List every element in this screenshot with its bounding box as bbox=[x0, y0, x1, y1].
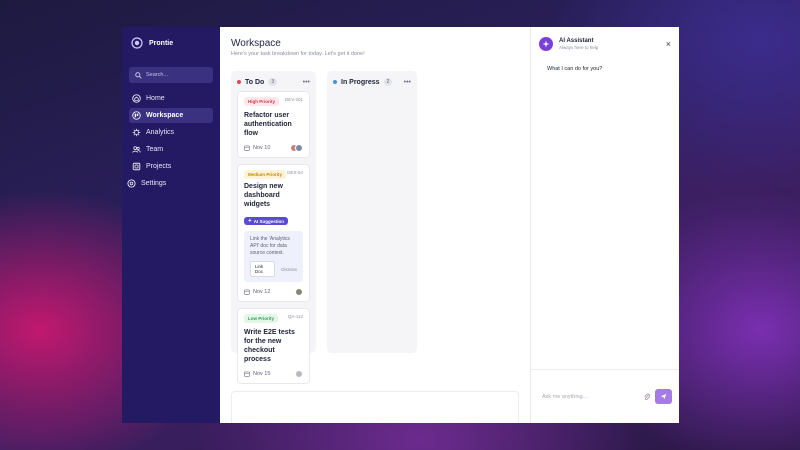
search-placeholder: Search... bbox=[146, 72, 169, 78]
bottom-panel bbox=[231, 391, 519, 423]
projects-icon bbox=[132, 162, 141, 171]
app-window: Prontie Search... Home Workspace Analyti… bbox=[122, 27, 679, 423]
task-id: DES-54 bbox=[287, 170, 303, 175]
due-date-text: Nov 10 bbox=[253, 145, 271, 151]
task-id: QA-112 bbox=[287, 314, 303, 319]
due-date: Nov 15 bbox=[244, 371, 270, 377]
task-id: DEV-201 bbox=[284, 97, 303, 102]
more-icon[interactable]: ••• bbox=[303, 79, 310, 86]
task-title: Design new dashboard widgets bbox=[244, 183, 283, 208]
sidebar-item-label: Analytics bbox=[146, 129, 175, 136]
column-title: To Do bbox=[245, 78, 265, 86]
sidebar-item-label: Home bbox=[146, 95, 165, 102]
task-card[interactable]: Low Priority QA-112 Write E2E tests for … bbox=[237, 308, 310, 384]
sidebar-item-label: Projects bbox=[146, 163, 172, 170]
due-date: Nov 12 bbox=[244, 289, 270, 295]
search-icon bbox=[135, 71, 142, 79]
column-header: In Progress 2 ••• bbox=[333, 77, 411, 87]
task-card[interactable]: High Priority DEV-201 Refactor user auth… bbox=[237, 91, 310, 158]
workspace-icon bbox=[132, 111, 141, 120]
task-card[interactable]: Medium Priority DES-54 Design new dashbo… bbox=[237, 164, 310, 302]
kanban-board: To Do 3 ••• High Priority DEV-201 Refact… bbox=[231, 71, 519, 384]
assignees bbox=[290, 144, 303, 152]
calendar-icon bbox=[244, 145, 250, 151]
due-date-text: Nov 12 bbox=[253, 289, 271, 295]
priority-badge: Medium Priority bbox=[244, 170, 287, 179]
sidebar-item-analytics[interactable]: Analytics bbox=[129, 125, 213, 140]
team-icon bbox=[132, 146, 141, 153]
sidebar-item-home[interactable]: Home bbox=[129, 91, 213, 106]
ai-assistant-panel: AI Assistant Always here to help × What … bbox=[530, 27, 679, 423]
search-input[interactable]: Search... bbox=[129, 67, 213, 83]
due-date-text: Nov 15 bbox=[253, 371, 271, 377]
ai-suggestion-text: Link the 'Analytics API' doc for data so… bbox=[250, 236, 290, 256]
column-count: 2 bbox=[383, 78, 393, 86]
task-title: Write E2E tests for the new checkout pro… bbox=[244, 329, 295, 363]
sparkle-icon bbox=[542, 40, 550, 47]
task-title: Refactor user authentication flow bbox=[244, 112, 292, 137]
sidebar-nav: Home Workspace Analytics Team Projects S… bbox=[127, 91, 213, 191]
sidebar-item-team[interactable]: Team bbox=[129, 142, 213, 157]
more-icon[interactable]: ••• bbox=[404, 79, 411, 86]
attach-icon[interactable] bbox=[643, 393, 651, 401]
assignees bbox=[295, 370, 303, 378]
priority-badge: Low Priority bbox=[244, 314, 279, 323]
logo-icon bbox=[131, 37, 143, 49]
close-icon[interactable]: × bbox=[666, 39, 671, 49]
column-header: To Do 3 ••• bbox=[237, 77, 310, 87]
chat-input[interactable]: Ask me anything... bbox=[538, 394, 639, 400]
analytics-icon bbox=[132, 128, 141, 137]
sidebar-item-label: Team bbox=[146, 146, 164, 153]
link-doc-button[interactable]: Link Doc bbox=[250, 261, 276, 277]
send-button[interactable] bbox=[655, 389, 672, 404]
chat-input-bar: Ask me anything... bbox=[531, 369, 679, 423]
panel-subtitle: Always here to help bbox=[559, 44, 599, 50]
priority-badge: High Priority bbox=[244, 97, 280, 106]
assignees bbox=[295, 288, 303, 296]
sidebar-item-projects[interactable]: Projects bbox=[129, 159, 213, 174]
ai-tag-label: AI Suggestion bbox=[253, 218, 285, 224]
send-icon bbox=[660, 393, 667, 400]
sidebar-item-label: Settings bbox=[141, 180, 167, 187]
calendar-icon bbox=[244, 371, 250, 377]
main-content: Workspace Here's your task breakdown for… bbox=[220, 27, 530, 423]
status-dot bbox=[333, 80, 337, 84]
panel-title: AI Assistant bbox=[559, 37, 594, 44]
page-title: Workspace bbox=[231, 38, 281, 49]
sidebar-item-label: Workspace bbox=[146, 112, 184, 119]
brand[interactable]: Prontie bbox=[129, 36, 213, 50]
page-subtitle: Here's your task breakdown for today. Le… bbox=[231, 51, 365, 57]
due-date: Nov 10 bbox=[244, 145, 270, 151]
column-in-progress: In Progress 2 ••• bbox=[327, 71, 417, 353]
column-title: In Progress bbox=[341, 78, 380, 86]
status-dot bbox=[237, 80, 241, 84]
column-count: 3 bbox=[268, 78, 278, 86]
sparkle-icon: ✦ bbox=[248, 218, 252, 223]
calendar-icon bbox=[244, 289, 250, 295]
column-todo: To Do 3 ••• High Priority DEV-201 Refact… bbox=[231, 71, 316, 384]
dismiss-button[interactable]: Dismiss bbox=[281, 267, 297, 272]
sidebar-item-settings[interactable]: Settings bbox=[124, 176, 213, 191]
ai-suggestion-tag: ✦ AI Suggestion bbox=[244, 217, 289, 225]
app-name: Prontie bbox=[149, 39, 174, 47]
panel-header: AI Assistant Always here to help × bbox=[531, 27, 679, 60]
avatar[interactable] bbox=[295, 370, 303, 378]
ai-suggestion-box: Link the 'Analytics API' doc for data so… bbox=[244, 231, 303, 282]
avatar[interactable] bbox=[295, 288, 303, 296]
sidebar-item-workspace[interactable]: Workspace bbox=[129, 108, 213, 123]
home-icon bbox=[132, 94, 141, 103]
avatar[interactable] bbox=[295, 144, 303, 152]
assistant-avatar bbox=[539, 36, 553, 51]
assistant-message: What I can do for you? bbox=[547, 66, 603, 72]
sidebar: Prontie Search... Home Workspace Analyti… bbox=[122, 27, 220, 423]
settings-icon bbox=[127, 179, 136, 188]
